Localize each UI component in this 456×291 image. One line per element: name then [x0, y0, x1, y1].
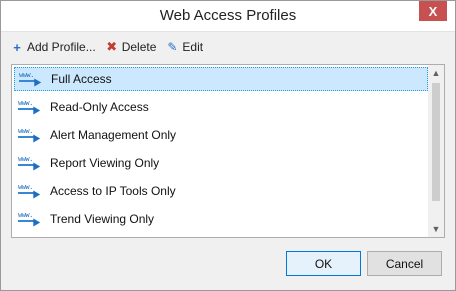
list-item[interactable]: www. Trend Viewing Only: [14, 207, 428, 231]
delete-x-icon: ✖: [106, 39, 118, 54]
list-item[interactable]: www. Report Viewing Only: [14, 151, 428, 175]
list-item-label: Access to IP Tools Only: [50, 184, 176, 198]
add-profile-button[interactable]: + Add Profile...: [11, 40, 96, 55]
web-profile-icon: www.: [19, 72, 42, 87]
list-item-label: Full Access: [51, 72, 112, 86]
scroll-down-arrow-icon[interactable]: ▼: [428, 221, 444, 237]
scroll-up-arrow-icon[interactable]: ▲: [428, 65, 444, 81]
profiles-list-items: www. Full Access www. Read-Only Access www. A…: [12, 65, 430, 237]
list-item-label: Read-Only Access: [50, 100, 149, 114]
list-item-label: Report Viewing Only: [50, 156, 160, 170]
web-profile-icon: www.: [18, 100, 41, 115]
scrollbar-thumb[interactable]: [432, 83, 440, 201]
list-item[interactable]: www. Alert Management Only: [14, 123, 428, 147]
web-profile-icon: www.: [18, 128, 41, 143]
profiles-list[interactable]: www. Full Access www. Read-Only Access www. A…: [11, 64, 445, 238]
toolbar: + Add Profile... ✖ Delete ✎ Edit: [11, 37, 213, 57]
close-button[interactable]: X: [419, 1, 447, 21]
pencil-icon: ✎: [167, 40, 178, 54]
add-profile-label: Add Profile...: [27, 40, 96, 54]
dialog-window: Web Access Profiles X + Add Profile... ✖…: [0, 0, 456, 291]
list-item[interactable]: www. Full Access: [14, 67, 428, 91]
title-bar[interactable]: Web Access Profiles X: [1, 1, 455, 32]
delete-button[interactable]: ✖ Delete: [106, 39, 157, 55]
list-item[interactable]: www. Access to IP Tools Only: [14, 179, 428, 203]
window-title: Web Access Profiles: [159, 7, 297, 24]
web-profile-icon: www.: [18, 184, 41, 199]
vertical-scrollbar[interactable]: ▲ ▼: [428, 65, 444, 237]
delete-label: Delete: [121, 40, 157, 54]
web-profile-icon: www.: [18, 212, 41, 227]
ok-button[interactable]: OK: [286, 251, 361, 276]
list-item-label: Trend Viewing Only: [50, 212, 155, 226]
plus-icon: +: [13, 39, 21, 55]
list-item[interactable]: www. Read-Only Access: [14, 95, 428, 119]
cancel-button[interactable]: Cancel: [367, 251, 442, 276]
web-profile-icon: www.: [18, 156, 41, 171]
edit-button[interactable]: ✎ Edit: [166, 40, 203, 54]
list-item-label: Alert Management Only: [50, 128, 177, 142]
edit-label: Edit: [182, 40, 204, 54]
